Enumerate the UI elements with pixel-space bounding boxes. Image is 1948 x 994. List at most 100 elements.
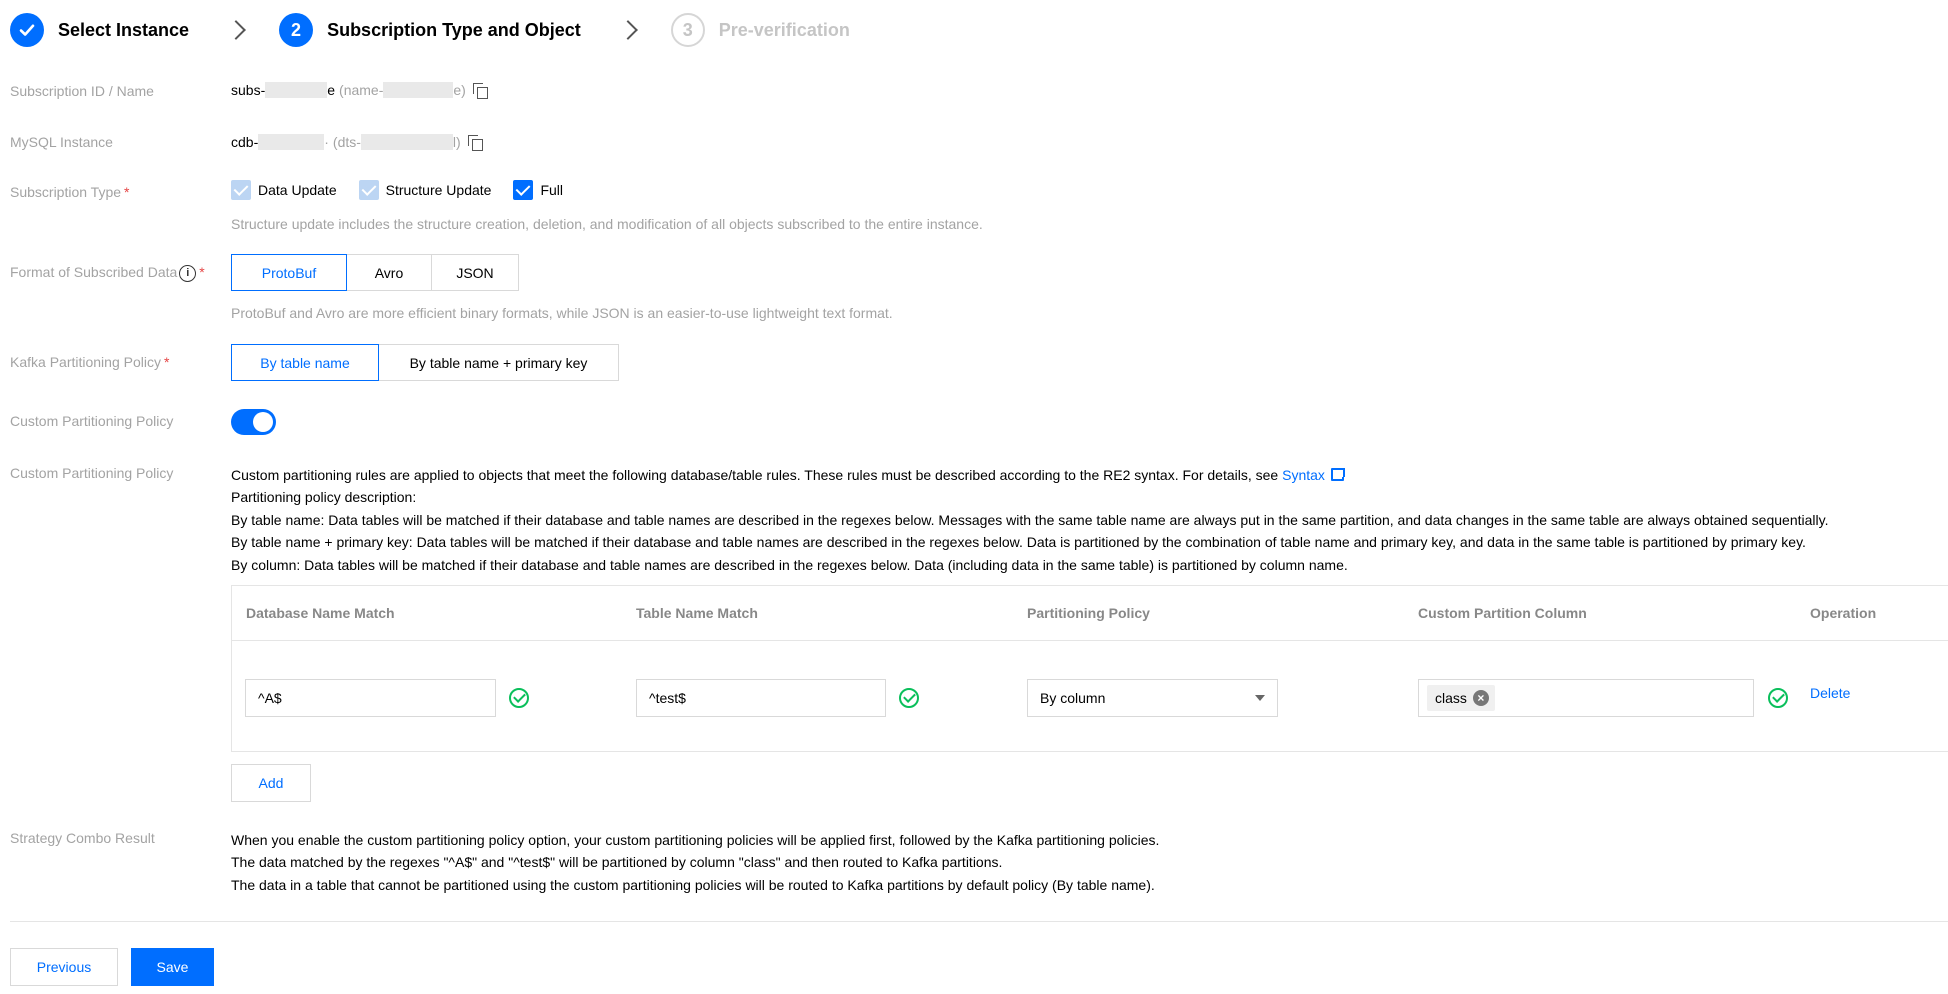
strategy-combo-result: When you enable the custom partitioning … bbox=[231, 829, 1159, 896]
kafka-policy-selector: By table name By table name + primary ke… bbox=[231, 344, 619, 381]
description-table-pk: By table name + primary key: Data tables… bbox=[231, 534, 1806, 551]
add-rule-button[interactable]: Add bbox=[231, 764, 311, 802]
column-header: Operation bbox=[1810, 605, 1877, 621]
previous-button[interactable]: Previous bbox=[10, 948, 118, 986]
format-option-protobuf[interactable]: ProtoBuf bbox=[231, 254, 347, 291]
subscription-name-prefix: (name- bbox=[339, 82, 384, 98]
masked-value bbox=[258, 134, 325, 150]
check-circle-icon bbox=[509, 688, 529, 708]
masked-value bbox=[383, 82, 454, 98]
checkbox-label: Full bbox=[540, 182, 564, 198]
subscription-id-prefix: subs- bbox=[231, 82, 266, 98]
subscription-id-label: Subscription ID / Name bbox=[10, 83, 154, 99]
column-header: Table Name Match bbox=[636, 605, 758, 621]
copy-icon[interactable] bbox=[467, 134, 483, 151]
table-match-input[interactable]: ^test$ bbox=[636, 679, 886, 717]
mysql-instance-label: MySQL Instance bbox=[10, 134, 113, 150]
step-number: 3 bbox=[670, 13, 705, 47]
checkbox-label: Structure Update bbox=[385, 182, 492, 198]
format-option-json[interactable]: JSON bbox=[431, 254, 519, 291]
step-number: 2 bbox=[279, 13, 314, 47]
syntax-link[interactable]: Syntax bbox=[1282, 467, 1325, 483]
label-text: Format of Subscribed Data bbox=[10, 264, 178, 280]
description-title: Partitioning policy description: bbox=[231, 489, 417, 506]
label-text: Kafka Partitioning Policy bbox=[10, 354, 161, 370]
checkbox-data-update[interactable]: Data Update bbox=[231, 180, 337, 200]
subscription-type-checkboxes: Data Update Structure Update Full bbox=[231, 180, 585, 200]
description-intro: Custom partitioning rules are applied to… bbox=[231, 464, 1828, 486]
mysql-id-suffix: · bbox=[324, 134, 329, 150]
custom-policy-toggle[interactable] bbox=[231, 409, 276, 435]
step-select-instance[interactable]: Select Instance bbox=[10, 12, 189, 48]
required-mark: * bbox=[124, 184, 130, 200]
custom-policy-table: Database Name Match Table Name Match Par… bbox=[231, 585, 1948, 752]
format-selector: ProtoBuf Avro JSON bbox=[231, 254, 519, 291]
kafka-option-table-name[interactable]: By table name bbox=[231, 344, 379, 381]
mysql-dts-prefix: (dts- bbox=[332, 134, 361, 150]
info-icon[interactable]: i bbox=[179, 264, 197, 282]
steps-bar: Select Instance 2 Subscription Type and … bbox=[10, 12, 850, 48]
subscription-name-suffix: e) bbox=[453, 82, 466, 98]
external-link-icon[interactable] bbox=[1330, 468, 1345, 481]
step-pre-verification[interactable]: 3 Pre-verification bbox=[670, 12, 850, 48]
subscription-id-suffix: e bbox=[327, 82, 336, 98]
custom-policy-toggle-label: Custom Partitioning Policy bbox=[10, 413, 174, 429]
combo-line: When you enable the custom partitioning … bbox=[231, 832, 1160, 848]
label-text: Subscription Type bbox=[10, 184, 122, 200]
close-circle-icon[interactable]: × bbox=[1472, 690, 1489, 706]
combo-line: The data matched by the regexes "^A$" an… bbox=[231, 854, 1003, 871]
custom-policy-description: Custom partitioning rules are applied to… bbox=[231, 464, 1828, 576]
custom-column-input[interactable]: class × bbox=[1418, 679, 1754, 717]
subscription-type-hint: Structure update includes the structure … bbox=[231, 216, 983, 232]
tag-label: class bbox=[1435, 690, 1467, 706]
kafka-policy-label: Kafka Partitioning Policy * bbox=[10, 354, 169, 370]
check-icon bbox=[10, 13, 44, 47]
mysql-instance-value: cdb- · (dts- l) bbox=[231, 134, 483, 151]
kafka-option-table-pk[interactable]: By table name + primary key bbox=[378, 344, 619, 381]
required-mark: * bbox=[163, 354, 170, 370]
format-option-avro[interactable]: Avro bbox=[346, 254, 432, 291]
mysql-dts-suffix: l) bbox=[452, 134, 461, 150]
chevron-right-icon bbox=[617, 20, 638, 40]
partitioning-policy-select[interactable]: By column bbox=[1027, 679, 1278, 717]
strategy-combo-label: Strategy Combo Result bbox=[10, 830, 155, 846]
subscription-id-value: subs- e (name- e) bbox=[231, 82, 488, 99]
subscription-type-label: Subscription Type * bbox=[10, 184, 129, 200]
checkbox-checked-icon bbox=[358, 180, 379, 200]
select-value: By column bbox=[1040, 690, 1106, 706]
step-title: Subscription Type and Object bbox=[327, 19, 581, 40]
format-label: Format of Subscribed Data i * bbox=[10, 264, 205, 282]
checkbox-label: Data Update bbox=[258, 182, 337, 198]
table-header: Database Name Match Table Name Match Par… bbox=[232, 586, 1948, 641]
checkbox-full[interactable]: Full bbox=[513, 180, 563, 200]
description-table-name: By table name: Data tables will be match… bbox=[231, 511, 1829, 528]
column-header: Custom Partition Column bbox=[1418, 605, 1587, 621]
caret-down-icon bbox=[1255, 695, 1265, 701]
checkbox-checked-icon bbox=[513, 180, 534, 200]
step-title: Select Instance bbox=[58, 19, 190, 40]
table-row: ^A$ ^test$ By column class × Delete bbox=[232, 641, 1948, 751]
divider bbox=[10, 921, 1948, 922]
database-match-input[interactable]: ^A$ bbox=[245, 679, 496, 717]
combo-line: The data in a table that cannot be parti… bbox=[231, 876, 1155, 893]
check-circle-icon bbox=[899, 688, 919, 708]
column-tag: class × bbox=[1427, 685, 1495, 711]
custom-policy-label: Custom Partitioning Policy bbox=[10, 465, 174, 481]
format-hint: ProtoBuf and Avro are more efficient bin… bbox=[231, 305, 893, 321]
check-circle-icon bbox=[1768, 688, 1788, 708]
chevron-right-icon bbox=[226, 20, 246, 40]
checkbox-checked-icon bbox=[231, 180, 251, 200]
masked-value bbox=[265, 82, 328, 98]
checkbox-structure-update[interactable]: Structure Update bbox=[358, 180, 492, 200]
description-column: By column: Data tables will be matched i… bbox=[231, 556, 1348, 573]
step-title: Pre-verification bbox=[718, 19, 850, 40]
masked-value bbox=[360, 134, 453, 150]
mysql-id-prefix: cdb- bbox=[231, 134, 259, 150]
save-button[interactable]: Save bbox=[131, 948, 214, 986]
required-mark: * bbox=[199, 264, 205, 280]
step-subscription-type[interactable]: 2 Subscription Type and Object bbox=[279, 12, 581, 48]
column-header: Partitioning Policy bbox=[1027, 605, 1150, 621]
column-header: Database Name Match bbox=[246, 605, 395, 621]
copy-icon[interactable] bbox=[472, 82, 488, 99]
delete-link[interactable]: Delete bbox=[1810, 685, 1850, 701]
